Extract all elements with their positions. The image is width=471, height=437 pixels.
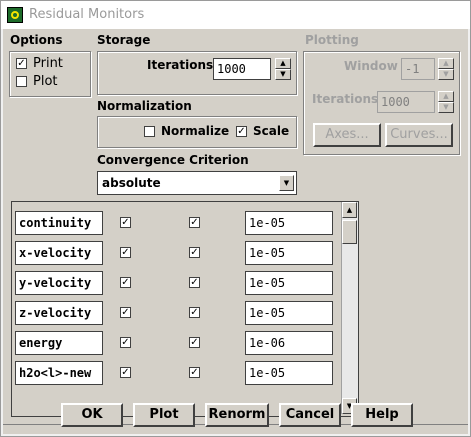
storage-iterations-field[interactable]: 1000: [213, 58, 271, 80]
monitor-checkbox[interactable]: ✓: [120, 367, 131, 378]
convergence-criterion-dropdown[interactable]: absolute ▼: [97, 171, 297, 195]
convergence-criterion-heading: Convergence Criterion: [97, 153, 249, 167]
check-convergence-checkbox[interactable]: ✓: [189, 367, 200, 378]
scale-label: Scale: [253, 124, 290, 138]
plot-label: Plot: [33, 74, 58, 89]
monitor-checkbox[interactable]: ✓: [120, 247, 131, 258]
convergence-check-glyph: ✓: [190, 367, 199, 378]
plot-button[interactable]: Plot: [133, 403, 195, 427]
renorm-button[interactable]: Renorm: [205, 403, 269, 427]
options-heading: Options: [10, 33, 63, 47]
plotting-window-label: Window: [344, 59, 398, 73]
normalize-label: Normalize: [161, 124, 230, 138]
residual-name-field: y-velocity: [15, 271, 103, 295]
monitor-checkbox[interactable]: ✓: [120, 307, 131, 318]
ok-button[interactable]: OK: [61, 403, 123, 427]
convergence-check-glyph: ✓: [190, 277, 199, 288]
monitor-checkbox[interactable]: ✓: [120, 217, 131, 228]
storage-iterations-up-arrow-icon[interactable]: ▲: [275, 58, 291, 69]
plotting-window-field[interactable]: -1: [401, 58, 435, 80]
title-bar[interactable]: Residual Monitors: [1, 1, 470, 29]
convergence-check-glyph: ✓: [190, 307, 199, 318]
residual-name-field: continuity: [15, 211, 103, 235]
convergence-criterion-field[interactable]: 1e-05: [245, 301, 333, 325]
plotting-window-down-arrow-icon[interactable]: ▼: [438, 69, 454, 80]
convergence-check-glyph: ✓: [190, 217, 199, 228]
check-convergence-checkbox[interactable]: ✓: [189, 307, 200, 318]
check-convergence-checkbox[interactable]: ✓: [189, 247, 200, 258]
print-checkbox[interactable]: ✓: [16, 58, 27, 69]
cancel-button[interactable]: Cancel: [279, 403, 341, 427]
monitor-check-glyph: ✓: [121, 217, 130, 228]
scale-check-glyph: ✓: [237, 126, 246, 137]
plotting-iterations-down-arrow-icon[interactable]: ▼: [438, 102, 454, 113]
convergence-criterion-field[interactable]: 1e-06: [245, 331, 333, 355]
normalization-heading: Normalization: [97, 99, 192, 113]
monitor-check-glyph: ✓: [121, 307, 130, 318]
print-check-glyph: ✓: [17, 58, 26, 69]
plotting-heading: Plotting: [305, 33, 359, 47]
convergence-check-glyph: ✓: [190, 247, 199, 258]
check-convergence-checkbox[interactable]: ✓: [189, 277, 200, 288]
residual-name-field: z-velocity: [15, 301, 103, 325]
storage-iterations-down-arrow-icon[interactable]: ▼: [275, 69, 291, 80]
check-convergence-checkbox[interactable]: ✓: [189, 217, 200, 228]
chevron-down-icon[interactable]: ▼: [279, 175, 294, 191]
vertical-scrollbar[interactable]: ▲ ▼: [341, 202, 358, 414]
convergence-check-glyph: ✓: [190, 337, 199, 348]
dialog-client-area: Options ✓ Print Plot Storage Iterations …: [3, 29, 468, 434]
monitor-checkbox[interactable]: ✓: [120, 277, 131, 288]
monitor-check-glyph: ✓: [121, 247, 130, 258]
window-title: Residual Monitors: [29, 7, 145, 22]
scroll-up-arrow-icon[interactable]: ▲: [342, 202, 357, 218]
plotting-window-up-arrow-icon[interactable]: ▲: [438, 58, 454, 69]
help-button[interactable]: Help: [351, 403, 413, 427]
convergence-criterion-value: absolute: [102, 176, 161, 190]
scrollbar-thumb[interactable]: [342, 220, 357, 244]
storage-heading: Storage: [97, 33, 151, 47]
residual-name-field: energy: [15, 331, 103, 355]
plotting-iterations-up-arrow-icon[interactable]: ▲: [438, 91, 454, 102]
plotting-iterations-field[interactable]: 1000: [377, 91, 435, 113]
monitor-check-glyph: ✓: [121, 277, 130, 288]
convergence-criterion-field[interactable]: 1e-05: [245, 211, 333, 235]
print-label: Print: [33, 56, 63, 71]
convergence-criterion-field[interactable]: 1e-05: [245, 361, 333, 385]
plotting-iterations-label: Iterations: [312, 92, 379, 106]
axes-button[interactable]: Axes...: [313, 123, 381, 147]
plot-checkbox[interactable]: [16, 76, 27, 87]
storage-iterations-label: Iterations: [147, 58, 214, 72]
residual-name-field: h2o<l>-new: [15, 361, 103, 385]
residual-name-field: x-velocity: [15, 241, 103, 265]
convergence-criterion-field[interactable]: 1e-05: [245, 271, 333, 295]
monitor-checkbox[interactable]: ✓: [120, 337, 131, 348]
fluent-app-icon: [7, 7, 23, 23]
residual-monitors-window: Residual Monitors Options ✓ Print Plot S…: [0, 0, 471, 437]
residual-list: continuity ✓ ✓ 1e-05 x-velocity ✓ ✓ 1e-05 y-velo…: [11, 201, 359, 417]
scale-checkbox[interactable]: ✓: [236, 126, 247, 137]
monitor-check-glyph: ✓: [121, 337, 130, 348]
monitor-check-glyph: ✓: [121, 367, 130, 378]
convergence-criterion-field[interactable]: 1e-05: [245, 241, 333, 265]
normalize-checkbox[interactable]: [144, 126, 155, 137]
curves-button[interactable]: Curves...: [385, 123, 453, 147]
check-convergence-checkbox[interactable]: ✓: [189, 337, 200, 348]
